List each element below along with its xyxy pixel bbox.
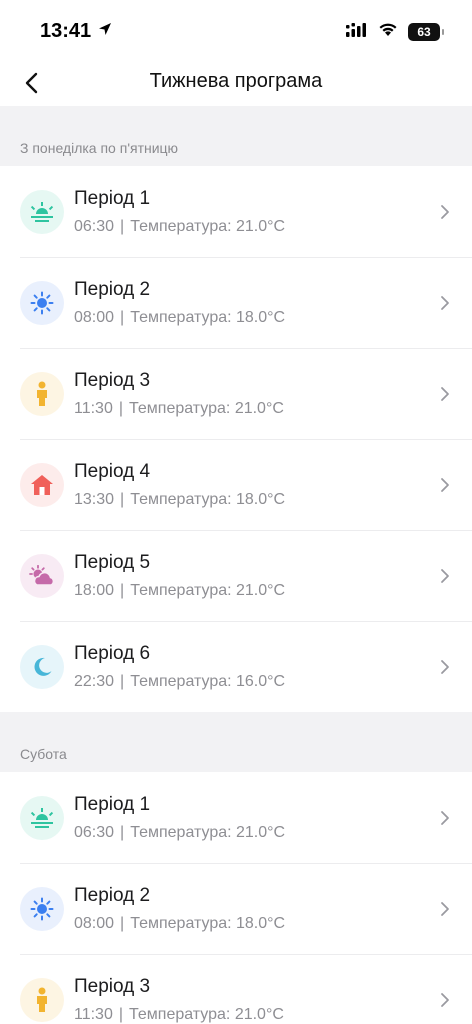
period-row[interactable]: Період 1 06:30 | Температура: 21.0°C: [0, 166, 472, 257]
cellular-signal-icon: [346, 22, 368, 42]
period-details: 22:30 | Температура: 16.0°C: [74, 672, 438, 692]
period-row[interactable]: Період 2 08:00 | Температура: 18.0°C: [0, 863, 472, 954]
period-separator: |: [120, 581, 125, 599]
moon-icon: [20, 644, 64, 689]
location-arrow-icon: [97, 20, 113, 43]
status-time: 13:41: [40, 20, 92, 42]
chevron-right-icon: [441, 568, 449, 583]
home-icon: [20, 462, 64, 507]
period-text: Період 2 08:00 | Температура: 18.0°C: [74, 278, 438, 328]
period-text: Період 3 11:30 | Температура: 21.0°C: [74, 369, 438, 419]
period-time: 08:00: [74, 914, 115, 932]
period-list: Період 1 06:30 | Температура: 21.0°C Періо…: [0, 166, 472, 712]
period-separator: |: [120, 217, 125, 235]
chevron-right-icon: [441, 295, 449, 310]
period-text: Період 6 22:30 | Температура: 16.0°C: [74, 642, 438, 692]
period-row[interactable]: Період 1 06:30 | Температура: 21.0°C: [0, 772, 472, 863]
period-label: Період 1: [74, 187, 151, 209]
period-text: Період 5 18:00 | Температура: 21.0°C: [74, 551, 438, 601]
period-text: Період 2 08:00 | Температура: 18.0°C: [74, 884, 438, 934]
chevron-right-icon: [441, 477, 449, 492]
sunrise-icon: [20, 795, 64, 840]
period-details: 13:30 | Температура: 18.0°C: [74, 490, 438, 510]
status-time-group: 13:41: [40, 20, 113, 43]
period-temperature: Температура: 18.0°C: [130, 490, 286, 508]
sunrise-icon: [20, 189, 64, 234]
period-temperature: Температура: 21.0°C: [129, 1005, 284, 1023]
chevron-right-icon: [441, 204, 449, 219]
period-row[interactable]: Період 2 08:00 | Температура: 18.0°C: [0, 257, 472, 348]
sunset-cloud-icon: [20, 553, 64, 598]
chevron-right-icon: [441, 992, 449, 1007]
period-time: 11:30: [74, 1005, 113, 1023]
period-row[interactable]: Період 3 11:30 | Температура: 21.0°C: [0, 954, 472, 1024]
period-label: Період 4: [74, 460, 151, 482]
sun-icon: [20, 280, 64, 325]
person-icon: [20, 977, 64, 1022]
page-title: Тижнева програма: [149, 70, 323, 92]
period-details: 08:00 | Температура: 18.0°C: [74, 308, 438, 328]
period-temperature: Температура: 18.0°C: [130, 308, 286, 326]
period-time: 08:00: [74, 308, 115, 326]
period-temperature: Температура: 21.0°C: [129, 399, 284, 417]
period-details: 06:30 | Температура: 21.0°C: [74, 823, 438, 843]
period-details: 08:00 | Температура: 18.0°C: [74, 914, 438, 934]
chevron-right-icon: [441, 901, 449, 916]
nav-bar: Тижнева програма: [0, 60, 472, 106]
period-row[interactable]: Період 6 22:30 | Температура: 16.0°C: [0, 621, 472, 712]
period-list: Період 1 06:30 | Температура: 21.0°C Періо…: [0, 772, 472, 1024]
schedule-sections: З понеділка по п'ятницю Період 1 06:30 | Т…: [0, 106, 472, 1024]
period-temperature: Температура: 21.0°C: [130, 217, 286, 235]
period-details: 11:30 | Температура: 21.0°C: [74, 399, 438, 419]
period-text: Період 4 13:30 | Температура: 18.0°C: [74, 460, 438, 510]
period-time: 13:30: [74, 490, 115, 508]
period-time: 18:00: [74, 581, 115, 599]
period-details: 11:30 | Температура: 21.0°C: [74, 1005, 438, 1024]
section-header: Субота: [0, 712, 472, 772]
period-label: Період 2: [74, 884, 151, 906]
period-label: Період 3: [74, 975, 151, 997]
status-right: 63: [346, 22, 444, 42]
period-temperature: Температура: 18.0°C: [130, 914, 286, 932]
period-separator: |: [120, 914, 125, 932]
period-time: 22:30: [74, 672, 115, 690]
person-icon: [20, 371, 64, 416]
period-text: Період 3 11:30 | Температура: 21.0°C: [74, 975, 438, 1024]
section-header: З понеділка по п'ятницю: [0, 106, 472, 166]
period-details: 06:30 | Температура: 21.0°C: [74, 217, 438, 237]
period-temperature: Температура: 21.0°C: [130, 581, 286, 599]
period-label: Період 1: [74, 793, 151, 815]
period-time: 06:30: [74, 217, 115, 235]
sun-icon: [20, 886, 64, 931]
chevron-right-icon: [441, 810, 449, 825]
wifi-icon: [378, 22, 398, 42]
period-separator: |: [120, 490, 125, 508]
period-temperature: Температура: 21.0°C: [130, 823, 286, 841]
period-time: 06:30: [74, 823, 115, 841]
chevron-right-icon: [441, 386, 449, 401]
period-label: Період 5: [74, 551, 151, 573]
period-row[interactable]: Період 5 18:00 | Температура: 21.0°C: [0, 530, 472, 621]
period-details: 18:00 | Температура: 21.0°C: [74, 581, 438, 601]
battery-indicator: 63: [408, 23, 444, 41]
period-label: Період 2: [74, 278, 151, 300]
period-text: Період 1 06:30 | Температура: 21.0°C: [74, 187, 438, 237]
period-label: Період 3: [74, 369, 151, 391]
period-temperature: Температура: 16.0°C: [130, 672, 286, 690]
period-row[interactable]: Період 3 11:30 | Температура: 21.0°C: [0, 348, 472, 439]
period-separator: |: [118, 1005, 124, 1023]
status-bar: 13:41 63: [0, 0, 472, 60]
period-row[interactable]: Період 4 13:30 | Температура: 18.0°C: [0, 439, 472, 530]
period-separator: |: [118, 399, 124, 417]
chevron-right-icon: [441, 659, 449, 674]
period-separator: |: [120, 308, 125, 326]
period-separator: |: [120, 672, 125, 690]
period-time: 11:30: [74, 399, 113, 417]
period-label: Період 6: [74, 642, 151, 664]
period-separator: |: [120, 823, 125, 841]
period-text: Період 1 06:30 | Температура: 21.0°C: [74, 793, 438, 843]
